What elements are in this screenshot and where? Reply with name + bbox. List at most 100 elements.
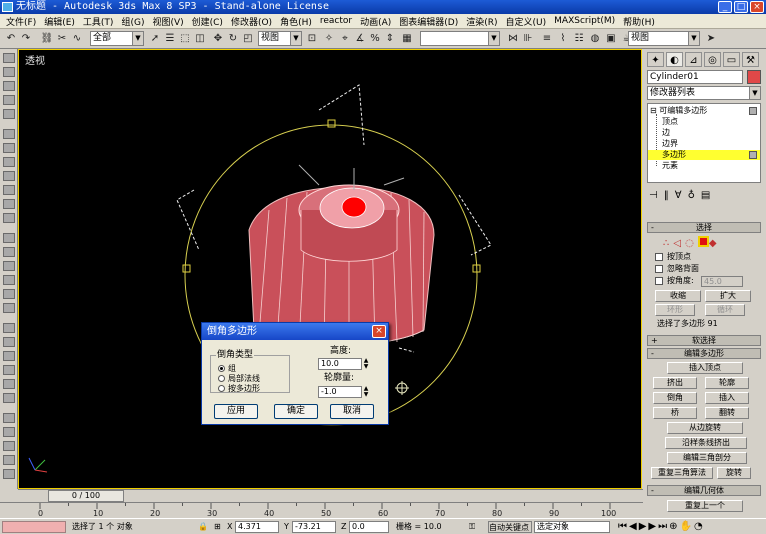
schematic-view-icon[interactable]: ☷ [572,31,586,46]
key-filter-combo[interactable]: 选定对象 [534,521,610,533]
select-manipulate-icon[interactable]: ✧ [322,31,336,46]
edge-level-icon[interactable]: ◁ [673,238,685,249]
element-level-icon[interactable]: ◆ [709,238,721,249]
tool-icon[interactable] [3,413,15,423]
tool-icon[interactable] [3,337,15,347]
extrude-button[interactable]: 挤出 [653,377,697,389]
zoom-icon[interactable]: ⊕ [669,521,679,532]
layer-manager-icon[interactable]: ≡ [540,31,554,46]
flip-button[interactable]: 翻转 [705,407,749,419]
move-icon[interactable]: ✥ [211,31,225,46]
pivot-center-icon[interactable]: ⊡ [305,31,319,46]
inset-button[interactable]: 插入 [705,392,749,404]
bevel-button[interactable]: 倒角 [653,392,697,404]
app-icon[interactable] [2,2,13,12]
unlink-icon[interactable]: ✂ [55,31,69,46]
menu-maxscript[interactable]: MAXScript(M) [550,16,619,26]
minimize-button[interactable]: _ [718,1,732,13]
y-coordinate-field[interactable]: -73.21 [292,521,336,533]
outline-amount-spinner[interactable]: -1.0 ▲ ▼ [318,386,368,398]
border-level-icon[interactable]: ◌ [685,238,698,249]
tool-icon[interactable] [3,53,15,63]
stack-item-element[interactable]: 元素 [648,161,760,171]
mirror-icon[interactable]: ⋈ [506,31,520,46]
menu-graph-editors[interactable]: 图表编辑器(D) [395,15,462,28]
rectangular-selection-icon[interactable]: ⬚ [178,31,192,46]
material-editor-icon[interactable]: ◍ [588,31,602,46]
set-key-icon[interactable]: ⚿ [463,521,481,533]
soft-selection-rollout-header[interactable]: + 软选择 [647,335,761,346]
stack-item-border[interactable]: 边界 [648,139,760,149]
orbit-icon[interactable]: ◔ [694,521,705,532]
edit-named-selection-icon[interactable]: ▦ [400,31,414,46]
display-tab-icon[interactable]: ▭ [723,52,740,67]
grow-button[interactable]: 扩大 [705,290,751,302]
time-slider[interactable]: 0 / 100 [48,490,124,502]
tool-icon[interactable] [3,199,15,209]
height-spinner[interactable]: 10.0 ▲ ▼ [318,358,368,370]
x-coordinate-field[interactable]: 4.371 [235,521,279,533]
viewport-label[interactable]: 透视 [25,52,45,67]
show-end-result-icon[interactable]: ‖ [664,190,675,201]
undo-icon[interactable]: ↶ [4,31,18,46]
tool-icon[interactable] [3,143,15,153]
edit-triangulation-button[interactable]: 编辑三角剖分 [667,452,747,464]
modifier-stack[interactable]: ⊟ 可编辑多边形 顶点 边 边界 多边形 元素 [647,103,761,183]
snap-toggle-icon[interactable]: ⌖ [338,31,352,46]
go-to-start-icon[interactable]: ⏮ [618,521,629,532]
named-selection-combo[interactable]: ▼ [420,31,500,46]
pan-icon[interactable]: ✋ [680,521,694,532]
tool-icon[interactable] [3,469,15,479]
tool-icon[interactable] [3,233,15,243]
menu-help[interactable]: 帮助(H) [619,15,659,28]
repeat-last-button[interactable]: 重复上一个 [667,500,743,512]
menu-file[interactable]: 文件(F) [2,15,40,28]
tool-icon[interactable] [3,81,15,91]
close-button[interactable]: × [750,1,764,13]
z-coordinate-field[interactable]: 0.0 [349,521,389,533]
apply-button[interactable]: 应用 [214,404,258,419]
tool-icon[interactable] [3,365,15,375]
menu-customize[interactable]: 自定义(U) [502,15,551,28]
menu-views[interactable]: 视图(V) [148,15,187,28]
dialog-close-button[interactable]: × [372,325,386,338]
bridge-button[interactable]: 桥 [653,407,697,419]
select-by-name-icon[interactable]: ☰ [163,31,177,46]
menu-create[interactable]: 创建(C) [188,15,227,28]
tool-icon[interactable] [3,379,15,389]
tool-icon[interactable] [3,157,15,167]
tool-icon[interactable] [3,351,15,361]
utilities-tab-icon[interactable]: ⚒ [742,52,759,67]
edit-geometry-rollout-header[interactable]: - 编辑几何体 [647,485,761,496]
select-object-icon[interactable]: ➚ [148,31,162,46]
stack-toggle-icon[interactable] [749,107,757,115]
retriangulate-button[interactable]: 重复三角算法 [651,467,713,479]
vertex-level-icon[interactable]: ∴ [663,238,673,249]
object-color-swatch[interactable] [747,70,761,84]
remove-modifier-icon[interactable]: ♁ [688,190,701,201]
by-vertex-checkbox[interactable] [655,253,663,261]
render-viewport-combo[interactable]: 视图 ▼ [628,31,700,46]
polygon-level-icon[interactable] [697,236,709,247]
menu-modifiers[interactable]: 修改器(O) [227,15,276,28]
render-last-icon[interactable]: ➤ [704,31,718,46]
modify-tab-icon[interactable]: ◐ [666,52,683,67]
stack-toggle-icon[interactable] [749,151,757,159]
menu-group[interactable]: 组(G) [117,15,148,28]
tool-icon[interactable] [3,171,15,181]
align-icon[interactable]: ⊪ [521,31,535,46]
selection-filter-combo[interactable]: 全部 ▼ [90,31,144,46]
spinner-arrows-icon[interactable]: ▲ ▼ [362,386,370,398]
tool-icon[interactable] [3,275,15,285]
shrink-button[interactable]: 收缩 [655,290,701,302]
tool-icon[interactable] [3,129,15,139]
lock-selection-icon[interactable]: 🔒 [198,521,208,533]
angle-snap-icon[interactable]: ∡ [353,31,367,46]
ok-button[interactable]: 确定 [274,404,318,419]
go-to-end-icon[interactable]: ⏭ [658,521,669,532]
selection-rollout-header[interactable]: - 选择 [647,222,761,233]
scale-icon[interactable]: ◰ [241,31,255,46]
object-name-field[interactable]: Cylinder01 [647,70,743,84]
menu-reactor[interactable]: reactor [316,16,356,26]
reference-coordinate-combo[interactable]: 视图 ▼ [258,31,302,46]
